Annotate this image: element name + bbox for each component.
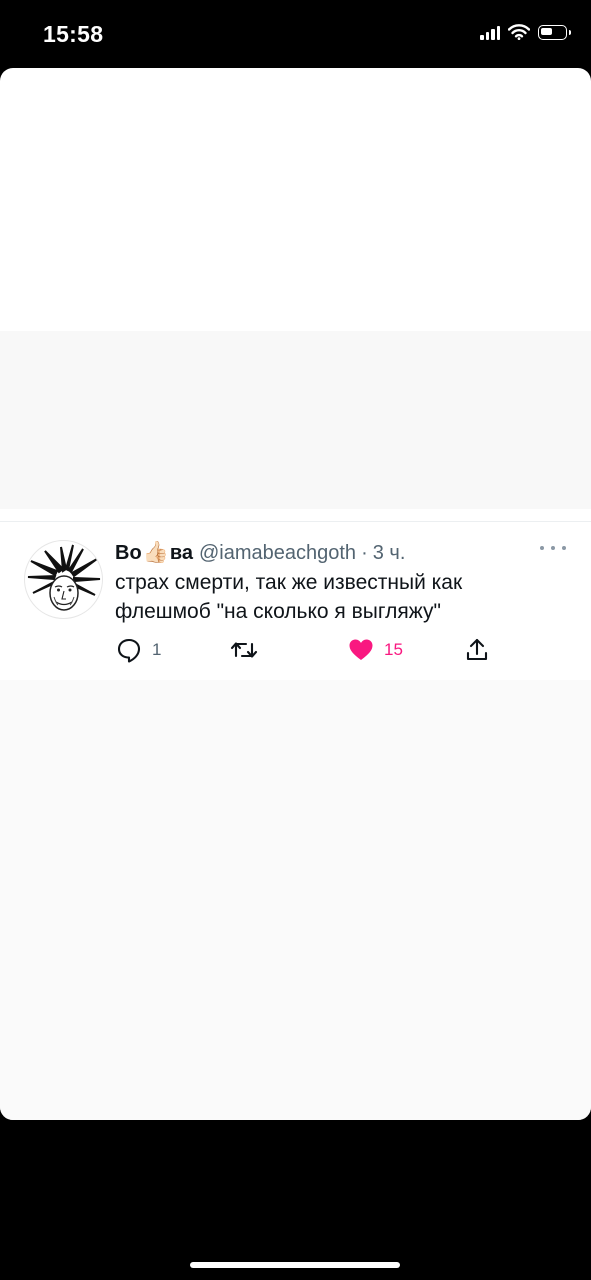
status-time: 15:58 (43, 21, 104, 47)
retweet-icon (230, 642, 258, 658)
thumbs-up-emoji: 👍🏻 (142, 540, 169, 564)
signal-icon (480, 24, 500, 40)
more-dots-icon[interactable] (540, 542, 566, 554)
display-name[interactable]: Во👍🏻ва (115, 542, 193, 565)
reply-count: 1 (152, 640, 162, 659)
reply-button[interactable]: 1 (116, 635, 161, 665)
share-button[interactable] (465, 635, 489, 665)
user-handle[interactable]: @iamabeachgoth (199, 542, 356, 565)
battery-icon (538, 24, 571, 40)
like-button[interactable]: 15 (348, 635, 403, 665)
like-count: 15 (384, 640, 403, 659)
separator-dot: · (361, 541, 368, 564)
screenshot-card: Во👍🏻ва @iamabeachgoth · 3 ч. страх смерт… (0, 68, 591, 1120)
avatar-drawing (27, 544, 101, 611)
heart-icon (349, 639, 373, 660)
tweet[interactable]: Во👍🏻ва @iamabeachgoth · 3 ч. страх смерт… (0, 521, 591, 680)
wifi-icon (508, 24, 530, 40)
background-area-bottom (0, 680, 591, 1120)
reply-icon (117, 638, 141, 663)
status-icons (480, 24, 571, 40)
tweet-text: страх смерти, так же известный как флешм… (115, 571, 463, 623)
home-indicator[interactable] (190, 1262, 400, 1268)
tweet-header: Во👍🏻ва @iamabeachgoth · 3 ч. (115, 538, 405, 568)
share-icon (466, 638, 488, 661)
tweet-time[interactable]: 3 ч. (373, 542, 406, 565)
background-area (0, 331, 591, 509)
status-bar: 15:58 (0, 0, 591, 68)
retweet-button[interactable] (230, 635, 268, 665)
avatar[interactable] (24, 540, 103, 619)
